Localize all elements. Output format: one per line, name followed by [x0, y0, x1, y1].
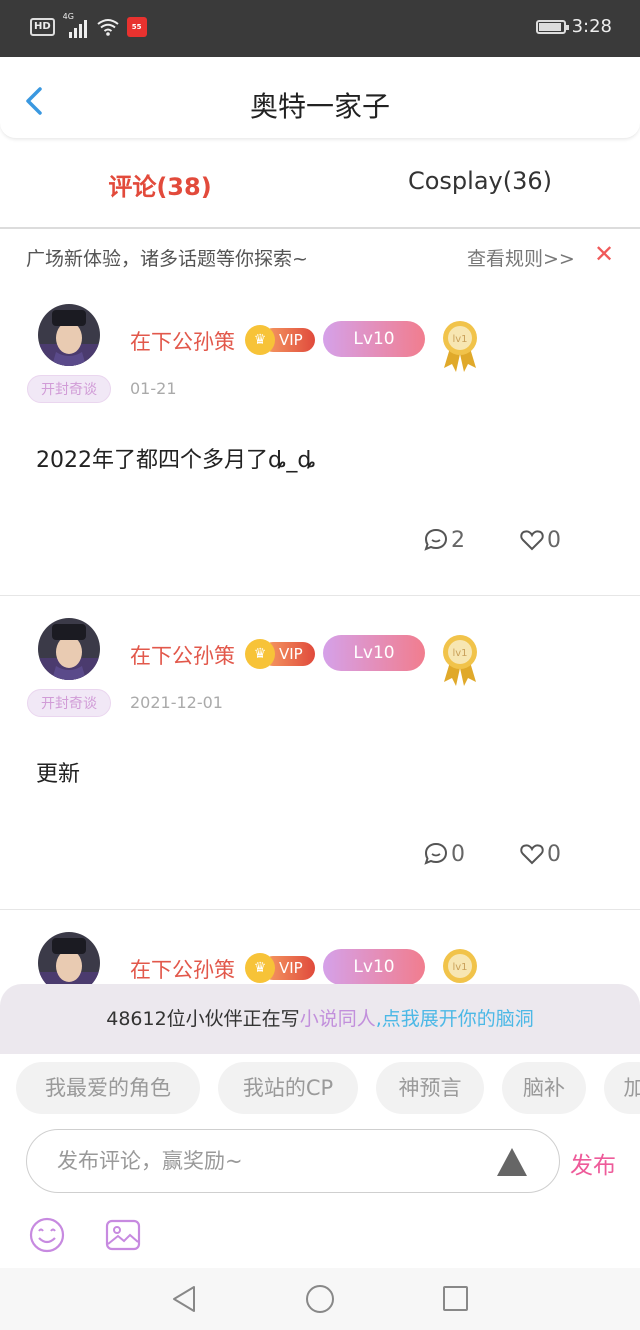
tab-comments[interactable]: 评论(38): [0, 167, 320, 202]
topic-chips: 我最爱的角色 我站的CP 神预言 脑补 加: [16, 1062, 640, 1116]
network-type: 4G: [62, 12, 74, 21]
svg-text:lv1: lv1: [452, 648, 467, 659]
clock: 3:28: [571, 16, 612, 37]
publish-button[interactable]: 发布: [570, 1146, 616, 1180]
post-card[interactable]: 开封奇谈 在下公孙策 ♛ VIP Lv10 lv1 01-21 2022年了都四…: [0, 282, 640, 596]
header: 奥特一家子: [0, 57, 640, 139]
nav-back-icon[interactable]: [170, 1284, 198, 1314]
avatar[interactable]: [38, 618, 100, 680]
comment-button[interactable]: 2: [423, 527, 465, 553]
view-rules-link[interactable]: 查看规则>>: [467, 244, 575, 271]
picture-icon[interactable]: [104, 1216, 142, 1254]
tab-cosplay[interactable]: Cosplay(36): [320, 167, 640, 195]
comment-input[interactable]: [57, 1130, 477, 1192]
post-date: 2021-12-01: [130, 693, 223, 712]
system-nav-bar: [0, 1268, 640, 1330]
battery-icon: [535, 19, 569, 34]
topic-chip[interactable]: 加: [604, 1062, 640, 1114]
frame-badge: 开封奇谈: [27, 689, 111, 717]
heart-icon: [520, 530, 544, 551]
smiley-icon[interactable]: [28, 1216, 66, 1254]
comment-count: 2: [451, 527, 465, 553]
post-content[interactable]: 2022年了都四个多月了ȡ_ȡ: [36, 442, 316, 474]
crown-icon: ♛: [245, 639, 275, 669]
close-icon[interactable]: ✕: [594, 240, 614, 268]
promo-highlight-cta: ,点我展开你的脑洞: [375, 1008, 534, 1030]
heart-icon: [520, 844, 544, 865]
like-button[interactable]: 0: [519, 527, 561, 553]
comment-count: 0: [451, 841, 465, 867]
send-triangle-icon[interactable]: [497, 1148, 527, 1176]
wifi-icon: [97, 19, 119, 36]
svg-text:lv1: lv1: [452, 962, 467, 973]
frame-badge: 开封奇谈: [27, 375, 111, 403]
like-count: 0: [547, 527, 561, 553]
vip-badge: ♛ VIP: [245, 325, 315, 355]
nav-recent-apps-icon[interactable]: [443, 1286, 468, 1311]
promo-prefix: 48612位小伙伴正在写: [106, 1008, 300, 1030]
level-badge: Lv10: [323, 321, 425, 357]
level-badge: Lv10: [323, 949, 425, 985]
svg-text:lv1: lv1: [452, 334, 467, 345]
promo-bar[interactable]: 48612位小伙伴正在写小说同人,点我展开你的脑洞: [0, 984, 640, 1054]
medal-icon: lv1: [443, 635, 477, 686]
status-left: HD 4G 55: [30, 12, 147, 38]
page-title: 奥特一家子: [249, 90, 390, 123]
topic-chip[interactable]: 我最爱的角色: [16, 1062, 200, 1114]
tab-bar: 评论(38) Cosplay(36): [0, 145, 640, 229]
crown-icon: ♛: [245, 953, 275, 983]
vip-badge: ♛ VIP: [245, 953, 315, 983]
username[interactable]: 在下公孙策: [130, 954, 235, 984]
speech-bubble-icon: [424, 842, 448, 865]
notice-text: 广场新体验，诸多话题等你探索~: [26, 248, 308, 270]
promo-highlight-genre: 小说同人: [299, 1008, 376, 1030]
notice-bar: 广场新体验，诸多话题等你探索~ 查看规则>> ✕: [0, 232, 640, 282]
topic-chip[interactable]: 神预言: [376, 1062, 484, 1114]
composer-panel: 我最爱的角色 我站的CP 神预言 脑补 加 发布: [0, 1054, 640, 1268]
signal-icon: 4G: [63, 12, 89, 38]
comment-input-wrapper: [26, 1129, 560, 1193]
speech-bubble-icon: [424, 528, 448, 551]
post-content[interactable]: 更新: [36, 756, 80, 788]
hd-icon: HD: [30, 18, 55, 36]
status-bar: HD 4G 55 3:28: [0, 0, 640, 57]
medal-icon: lv1: [443, 321, 477, 372]
post-card[interactable]: 开封奇谈 在下公孙策 ♛ VIP Lv10 lv1 2021-12-01 更新 …: [0, 596, 640, 910]
post-date: 01-21: [130, 379, 177, 398]
comment-button[interactable]: 0: [423, 841, 465, 867]
notification-app-icon: 55: [126, 17, 147, 37]
level-badge: Lv10: [323, 635, 425, 671]
page: HD 4G 55 3:28 奥特一家子 评论(38) Cosplay(36) 广…: [0, 0, 640, 1330]
like-button[interactable]: 0: [519, 841, 561, 867]
nav-home-icon[interactable]: [306, 1285, 334, 1313]
avatar[interactable]: [38, 304, 100, 366]
crown-icon: ♛: [245, 325, 275, 355]
topic-chip[interactable]: 脑补: [502, 1062, 586, 1114]
like-count: 0: [547, 841, 561, 867]
username[interactable]: 在下公孙策: [130, 326, 235, 356]
vip-badge: ♛ VIP: [245, 639, 315, 669]
username[interactable]: 在下公孙策: [130, 640, 235, 670]
topic-chip[interactable]: 我站的CP: [218, 1062, 358, 1114]
status-right: 3:28: [535, 16, 612, 37]
